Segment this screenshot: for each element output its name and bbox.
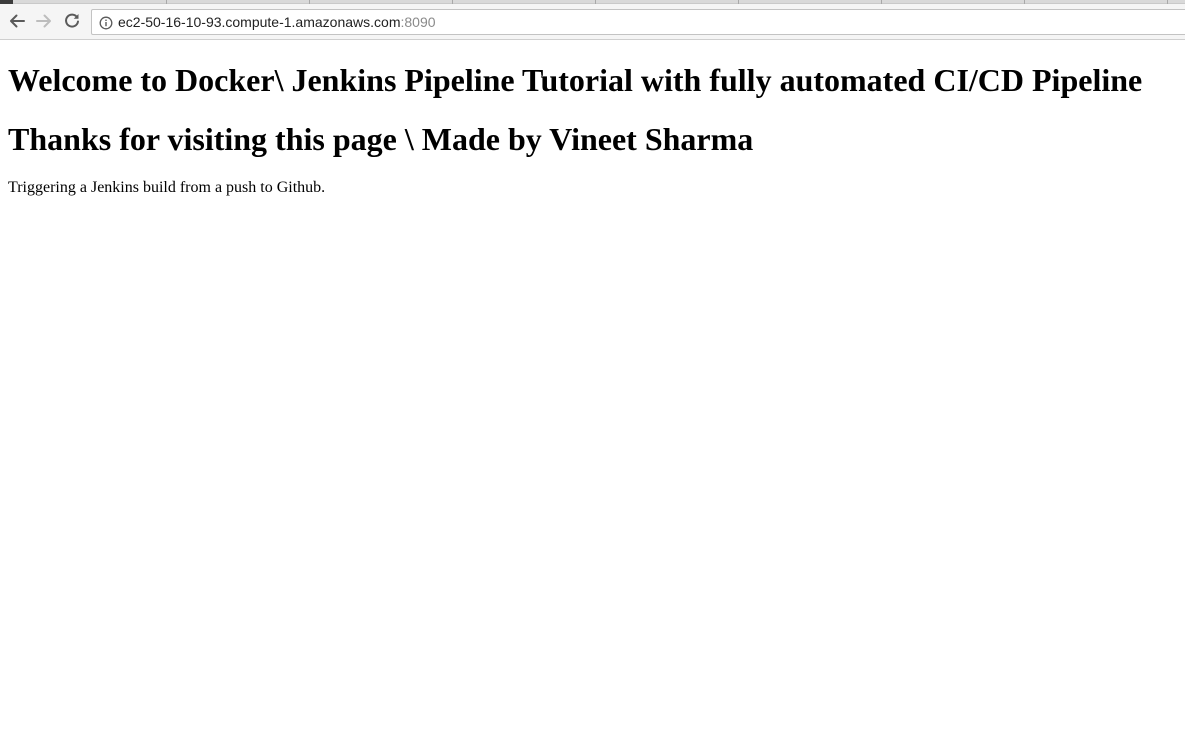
forward-button[interactable] [33, 10, 55, 32]
url-text[interactable]: ec2-50-16-10-93.compute-1.amazonaws.com:… [118, 14, 436, 31]
reload-button[interactable] [61, 10, 83, 32]
url-host: ec2-50-16-10-93.compute-1.amazonaws.com [118, 14, 401, 30]
back-button[interactable] [6, 10, 28, 32]
reload-icon [65, 13, 79, 28]
page-content: Welcome to Docker\ Jenkins Pipeline Tuto… [8, 41, 1178, 197]
browser-toolbar: ec2-50-16-10-93.compute-1.amazonaws.com:… [0, 4, 1185, 40]
page-heading-welcome: Welcome to Docker\ Jenkins Pipeline Tuto… [8, 62, 1143, 98]
address-bar[interactable]: ec2-50-16-10-93.compute-1.amazonaws.com:… [91, 9, 1185, 35]
page-heading-thanks: Thanks for visiting this page \ Made by … [8, 121, 754, 157]
page-paragraph: Triggering a Jenkins build from a push t… [8, 179, 326, 196]
url-port: :8090 [400, 14, 436, 30]
info-icon[interactable] [99, 16, 113, 30]
arrow-left-icon [10, 14, 25, 28]
arrow-right-icon [36, 14, 51, 28]
